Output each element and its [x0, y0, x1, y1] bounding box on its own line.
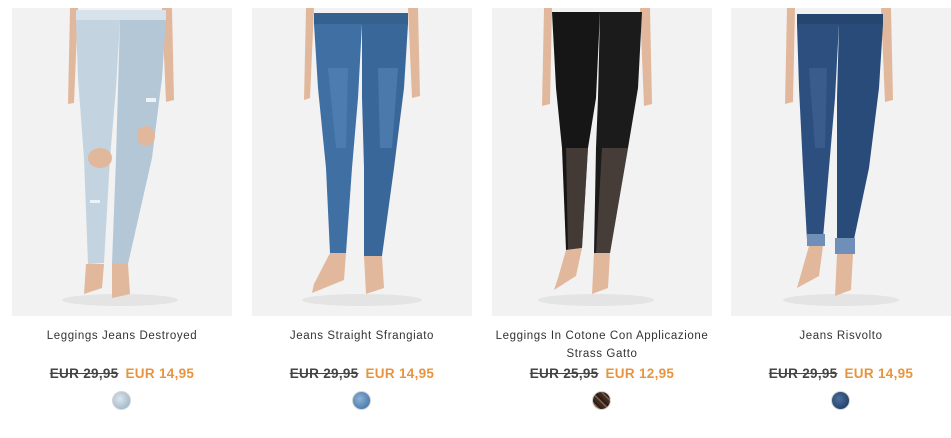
original-price: EUR 29,95	[289, 366, 359, 381]
product-name[interactable]: Leggings Jeans Destroyed	[12, 327, 232, 345]
original-price: EUR 29,95	[768, 366, 838, 381]
product-name[interactable]: Jeans Risvolto	[731, 327, 951, 345]
product-card[interactable]: Jeans Straight Sfrangiato EUR 29,95 EUR 1…	[252, 0, 472, 438]
sale-price: EUR 14,95	[844, 366, 914, 381]
product-name[interactable]: Jeans Straight Sfrangiato	[252, 327, 472, 345]
original-price: EUR 29,95	[49, 366, 119, 381]
product-prices: EUR 29,95 EUR 14,95	[252, 366, 472, 381]
product-name[interactable]: Leggings In Cotone Con Applicazione Stra…	[492, 327, 712, 363]
sale-price: EUR 14,95	[365, 366, 435, 381]
color-swatch-cat-print[interactable]	[592, 391, 611, 410]
original-price: EUR 25,95	[529, 366, 599, 381]
product-card[interactable]: Leggings Jeans Destroyed EUR 29,95 EUR 14…	[12, 0, 232, 438]
product-prices: EUR 29,95 EUR 14,95	[12, 366, 232, 381]
color-swatch-medium-denim[interactable]	[352, 391, 371, 410]
sale-price: EUR 14,95	[125, 366, 195, 381]
product-grid: Leggings Jeans Destroyed EUR 29,95 EUR 14…	[0, 0, 951, 438]
product-prices: EUR 29,95 EUR 14,95	[731, 366, 951, 381]
product-card[interactable]: Leggings In Cotone Con Applicazione Stra…	[492, 0, 712, 438]
product-image[interactable]	[492, 8, 712, 316]
product-image[interactable]	[731, 8, 951, 316]
product-image[interactable]	[252, 8, 472, 316]
product-image[interactable]	[12, 8, 232, 316]
product-photo-jeans-risvolto	[783, 8, 899, 306]
product-photo-cat-leggings	[538, 8, 654, 306]
product-photo-leggings-destroyed	[62, 8, 178, 306]
color-swatch-dark-denim[interactable]	[831, 391, 850, 410]
product-prices: EUR 25,95 EUR 12,95	[492, 366, 712, 381]
product-card[interactable]: Jeans Risvolto EUR 29,95 EUR 14,95	[731, 0, 951, 438]
sale-price: EUR 12,95	[605, 366, 675, 381]
product-photo-jeans-straight	[302, 8, 422, 306]
color-swatch-light-denim[interactable]	[112, 391, 131, 410]
